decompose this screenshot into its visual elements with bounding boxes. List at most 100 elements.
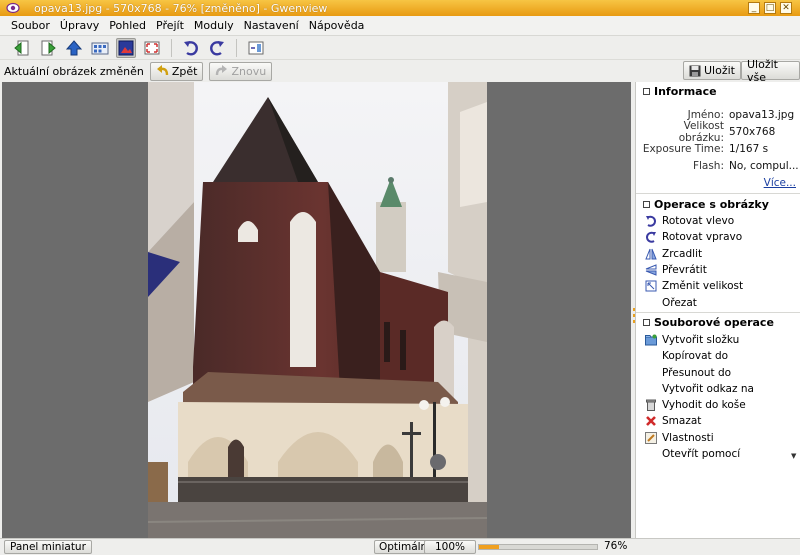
resize-icon bbox=[645, 280, 656, 292]
collapse-icon bbox=[643, 319, 650, 327]
window-title: opava13.jpg - 570x768 - 76% [změněno] - … bbox=[34, 1, 328, 15]
menu-file[interactable]: Soubor bbox=[11, 17, 50, 34]
action-open-with[interactable]: Otevřít pomocí bbox=[636, 446, 800, 462]
action-create-folder[interactable]: Vytvořit složku bbox=[636, 332, 800, 348]
flip-icon bbox=[645, 264, 656, 276]
thumbnails-icon bbox=[91, 42, 109, 54]
action-properties[interactable]: Vlastnosti bbox=[636, 430, 800, 446]
image-viewer[interactable] bbox=[2, 82, 631, 538]
maximize-button[interactable]: □ bbox=[764, 2, 776, 14]
action-rotate-left[interactable]: Rotovat vlevo bbox=[636, 213, 800, 229]
view-button[interactable] bbox=[116, 37, 136, 58]
action-flip[interactable]: Převrátit bbox=[636, 262, 800, 278]
new-folder-icon bbox=[644, 334, 657, 346]
action-label: Smazat bbox=[662, 415, 702, 428]
action-label: Zrcadlit bbox=[662, 247, 703, 260]
fullscreen-button[interactable] bbox=[142, 38, 162, 58]
action-label: Vlastnosti bbox=[662, 431, 714, 444]
action-label: Rotovat vpravo bbox=[662, 231, 743, 244]
image-ops-section-header[interactable]: Operace s obrázky bbox=[636, 195, 800, 213]
menu-bar: Soubor Úpravy Pohled Přejít Moduly Nasta… bbox=[0, 16, 800, 36]
rotate-left-icon bbox=[645, 215, 656, 227]
info-value: opava13.jpg bbox=[729, 108, 795, 121]
action-label: Ořezat bbox=[662, 296, 697, 309]
action-copy-to[interactable]: Kopírovat do bbox=[636, 348, 800, 364]
up-arrow-icon bbox=[65, 39, 83, 55]
status-bar: Panel miniatur Optimální 100% 76% bbox=[0, 538, 800, 555]
modified-image-bar: Aktuální obrázek změněn Zpět Znovu Uloži… bbox=[0, 58, 800, 84]
file-ops-section-title: Souborové operace bbox=[654, 316, 774, 330]
trash-icon bbox=[645, 399, 656, 412]
close-button[interactable]: ✕ bbox=[780, 2, 792, 14]
next-button[interactable] bbox=[38, 38, 58, 58]
thumbnail-bar-button[interactable]: Panel miniatur bbox=[4, 540, 92, 554]
action-resize[interactable]: Změnit velikost bbox=[636, 278, 800, 294]
main-toolbar bbox=[0, 36, 800, 60]
menu-help[interactable]: Nápověda bbox=[309, 17, 365, 34]
action-link-to[interactable]: Vytvořit odkaz na bbox=[636, 381, 800, 397]
up-button[interactable] bbox=[64, 38, 84, 58]
zoom-value: 76% bbox=[604, 540, 628, 552]
action-delete[interactable]: Smazat bbox=[636, 413, 800, 429]
info-row-flash: Flash: No, compul... bbox=[636, 157, 800, 174]
save-all-button[interactable]: Uložit vše bbox=[741, 58, 800, 84]
previous-button[interactable] bbox=[12, 38, 32, 58]
info-section-header[interactable]: Informace bbox=[636, 82, 800, 100]
zoom-slider[interactable] bbox=[478, 544, 598, 550]
action-label: Vytvořit složku bbox=[662, 333, 740, 346]
properties-icon bbox=[644, 431, 657, 444]
menu-view[interactable]: Pohled bbox=[109, 17, 146, 34]
menu-edit[interactable]: Úpravy bbox=[60, 17, 99, 34]
file-ops-section-header[interactable]: Souborové operace bbox=[636, 314, 800, 332]
menu-go[interactable]: Přejít bbox=[156, 17, 184, 34]
floppy-disk-icon bbox=[689, 65, 701, 76]
action-label: Vytvořit odkaz na bbox=[662, 382, 754, 395]
action-trash[interactable]: Vyhodit do koše bbox=[636, 397, 800, 413]
action-label: Otevřít pomocí bbox=[662, 448, 741, 460]
action-rotate-right[interactable]: Rotovat vpravo bbox=[636, 229, 800, 245]
view-image-icon bbox=[118, 40, 134, 55]
previous-icon bbox=[14, 40, 29, 55]
sidebar: Informace Jméno: opava13.jpg Velikost ob… bbox=[635, 82, 800, 538]
action-move-to[interactable]: Přesunout do bbox=[636, 364, 800, 380]
info-value: 1/167 s bbox=[729, 142, 769, 155]
toolbar-separator bbox=[171, 38, 172, 57]
info-key: Exposure Time: bbox=[642, 142, 724, 155]
save-all-label: Uložit vše bbox=[747, 57, 778, 84]
image-ops-section-title: Operace s obrázky bbox=[654, 197, 769, 211]
rotate-right-icon bbox=[645, 232, 656, 244]
action-mirror[interactable]: Zrcadlit bbox=[636, 246, 800, 262]
info-row-size: Velikost obrázku: 570x768 bbox=[636, 120, 800, 144]
menu-settings[interactable]: Nastavení bbox=[244, 17, 299, 34]
rotate-left-button[interactable] bbox=[181, 38, 201, 58]
browse-button[interactable] bbox=[90, 38, 110, 58]
action-label: Kopírovat do bbox=[662, 350, 729, 363]
info-value: No, compul... bbox=[729, 159, 799, 172]
scroll-down-arrow-icon[interactable]: ▼ bbox=[791, 452, 796, 460]
redo-button[interactable]: Znovu bbox=[209, 61, 273, 81]
collapse-icon bbox=[643, 200, 650, 208]
action-crop[interactable]: Ořezat bbox=[636, 294, 800, 310]
more-info-link[interactable]: Více... bbox=[636, 174, 800, 192]
gwenview-app-icon[interactable] bbox=[6, 2, 20, 14]
info-key: Flash: bbox=[692, 159, 724, 172]
save-label: Uložit bbox=[704, 64, 735, 77]
menu-plugins[interactable]: Moduly bbox=[194, 17, 234, 34]
action-label: Rotovat vlevo bbox=[662, 215, 735, 228]
section-divider bbox=[636, 311, 800, 313]
action-label: Přesunout do bbox=[662, 366, 732, 379]
rotate-right-icon bbox=[210, 40, 224, 56]
fullscreen-icon bbox=[144, 41, 160, 54]
undo-button[interactable]: Zpět bbox=[149, 61, 204, 81]
undo-icon bbox=[156, 65, 169, 76]
minimize-button[interactable]: _ bbox=[748, 2, 760, 14]
rotate-right-button[interactable] bbox=[207, 38, 227, 58]
info-value: 570x768 bbox=[729, 125, 776, 138]
toolbar-separator bbox=[236, 38, 237, 57]
section-divider bbox=[636, 193, 800, 194]
church-photo[interactable] bbox=[148, 82, 487, 538]
zoom-100-button[interactable]: 100% bbox=[424, 540, 476, 554]
save-button[interactable]: Uložit bbox=[683, 61, 741, 80]
action-label: Vyhodit do koše bbox=[662, 399, 746, 412]
sidebar-toggle-button[interactable] bbox=[246, 38, 266, 58]
